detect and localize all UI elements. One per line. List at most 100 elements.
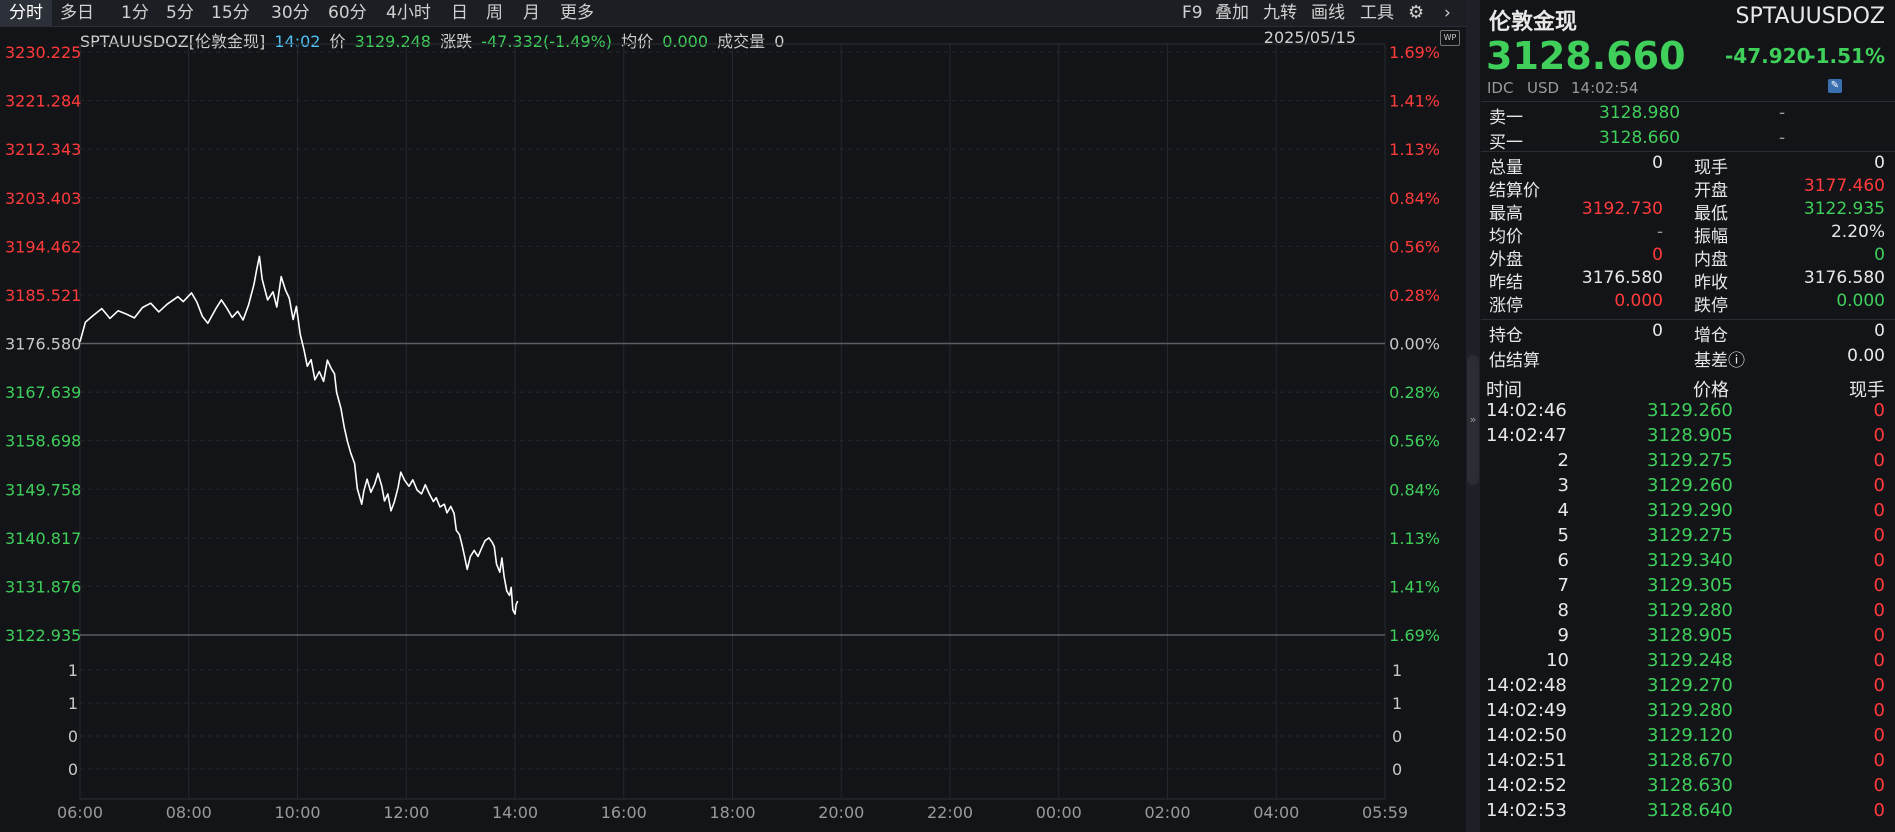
stat-label: 涨停: [1489, 296, 1523, 316]
list-item: 14:02:46 3129.260 0: [1481, 400, 1895, 425]
increase-label: 增仓: [1694, 326, 1728, 346]
tick-volume: 0: [1873, 600, 1885, 621]
list-item: 8 3129.280 0: [1481, 600, 1895, 625]
list-item: 7 3129.305 0: [1481, 575, 1895, 600]
tick-time: 14:02:50: [1486, 725, 1567, 746]
tick-time: 9: [1557, 625, 1569, 646]
list-item: 14:02:47 3128.905 0: [1481, 425, 1895, 450]
tick-time: 14:02:48: [1486, 675, 1567, 696]
tick-time: 14:02:52: [1486, 775, 1567, 796]
basis-label[interactable]: 基差ⓘ: [1694, 346, 1745, 371]
stat-label: 均价: [1489, 227, 1523, 247]
price-tick-label: 3185.521: [5, 286, 81, 305]
bid-volume: -: [1779, 128, 1786, 148]
tick-volume: 0: [1873, 575, 1885, 596]
x-tick-label: 04:00: [1253, 803, 1299, 822]
tick-price: 3129.260: [1647, 400, 1733, 421]
divider-line: [1481, 151, 1895, 152]
pct-tick-label: 1.41%: [1389, 577, 1440, 596]
price-change: -47.920: [1725, 44, 1811, 68]
tick-volume: 0: [1873, 525, 1885, 546]
list-item: 3 3129.260 0: [1481, 475, 1895, 500]
volume-tick-label: 1: [68, 661, 78, 680]
x-tick-label: 02:00: [1144, 803, 1190, 822]
pct-tick-label: 1.13%: [1389, 140, 1440, 159]
tick-volume: 0: [1873, 550, 1885, 571]
stat-label: 结算价: [1489, 181, 1540, 201]
list-item: 14:02:50 3129.120 0: [1481, 725, 1895, 750]
tick-price: 3129.248: [1647, 650, 1733, 671]
intraday-chart: 3230.225 1.69% 3221.284 1.41% 3212.343 1.13% 3…: [5, 43, 1440, 822]
quote-time: 14:02:54: [1571, 79, 1639, 97]
divider-line: [1481, 101, 1895, 102]
tick-time: 4: [1557, 500, 1569, 521]
tick-volume: 0: [1873, 650, 1885, 671]
stat-value: 0: [1874, 245, 1885, 265]
stat-value: 0: [1652, 245, 1663, 265]
stat-value: 3176.580: [1581, 268, 1663, 288]
volume-tick-label: 0: [1392, 760, 1402, 779]
list-item: 6 3129.340 0: [1481, 550, 1895, 575]
last-price: 3128.660: [1486, 34, 1686, 78]
tick-time: 14:02:47: [1486, 425, 1567, 446]
stat-label: 总量: [1489, 158, 1523, 178]
stat-label: 开盘: [1694, 181, 1728, 201]
price-tick-label: 3167.639: [5, 383, 81, 402]
tick-volume: 0: [1873, 775, 1885, 796]
ask-label: 卖一: [1489, 108, 1523, 128]
list-item: 4 3129.290 0: [1481, 500, 1895, 525]
tick-price: 3128.640: [1647, 800, 1733, 821]
tick-volume: 0: [1873, 750, 1885, 771]
tick-volume: 0: [1873, 700, 1885, 721]
tick-volume: 0: [1873, 425, 1885, 446]
pencil-icon[interactable]: ✎: [1828, 79, 1842, 93]
list-item: 14:02:48 3129.270 0: [1481, 675, 1895, 700]
price-tick-label: 3194.462: [5, 237, 81, 256]
tick-price: 3129.290: [1647, 500, 1733, 521]
price-change-pct: -1.51%: [1807, 44, 1885, 68]
list-item: 5 3129.275 0: [1481, 525, 1895, 550]
volume-tick-label: 1: [1392, 661, 1402, 680]
volume-tick-label: 0: [1392, 727, 1402, 746]
volume-tick-label: 1: [68, 694, 78, 713]
stat-label: 最低: [1694, 204, 1728, 224]
ask-price: 3128.980: [1599, 103, 1681, 123]
price-tick-label: 3230.225: [5, 43, 81, 62]
quote-panel: 伦敦金现 SPTAUUSDOZ 3128.660 -47.920 -1.51% …: [1481, 0, 1895, 832]
ticks-header-volume: 现手: [1849, 380, 1885, 401]
volume-tick-label: 1: [1392, 694, 1402, 713]
tick-price: 3129.340: [1647, 550, 1733, 571]
position-label: 持仓: [1489, 326, 1523, 346]
tick-volume: 0: [1873, 400, 1885, 421]
stat-value: 3177.460: [1803, 176, 1885, 196]
list-item: 9 3128.905 0: [1481, 625, 1895, 650]
bid-price: 3128.660: [1599, 128, 1681, 148]
divider-line: [1481, 319, 1895, 320]
tick-time: 7: [1557, 575, 1569, 596]
basis-value: 0.00: [1847, 346, 1885, 366]
instrument-code: SPTAUUSDOZ: [1735, 4, 1885, 29]
bid-label: 买一: [1489, 133, 1523, 153]
tick-price: 3128.670: [1647, 750, 1733, 771]
tick-time: 2: [1557, 450, 1569, 471]
stat-value: 0: [1874, 153, 1885, 173]
tick-price: 3128.630: [1647, 775, 1733, 796]
stat-value: -: [1656, 222, 1663, 242]
stat-value: 0.000: [1614, 291, 1663, 311]
chart-panel: 分时 多日 1分 5分 15分 30分 60分 4小时 日 周 月 更多 F9 …: [0, 0, 1466, 832]
instrument-name: 伦敦金现: [1489, 10, 1578, 35]
pct-tick-label: 0.28%: [1389, 286, 1440, 305]
stat-label: 最高: [1489, 204, 1523, 224]
x-tick-label: 08:00: [166, 803, 212, 822]
x-tick-label: 14:00: [492, 803, 538, 822]
pct-tick-label: 1.41%: [1389, 92, 1440, 111]
est-settle-label: 估结算: [1489, 351, 1540, 371]
x-tick-label: 20:00: [818, 803, 864, 822]
tick-price: 3129.305: [1647, 575, 1733, 596]
collapse-panel-icon[interactable]: »: [1467, 355, 1479, 485]
price-tick-label: 3149.758: [5, 480, 81, 499]
pct-tick-label: 0.00%: [1389, 335, 1440, 354]
list-item: 10 3129.248 0: [1481, 650, 1895, 675]
list-item: 14:02:52 3128.630 0: [1481, 775, 1895, 800]
list-item: 14:02:53 3128.640 0: [1481, 800, 1895, 825]
